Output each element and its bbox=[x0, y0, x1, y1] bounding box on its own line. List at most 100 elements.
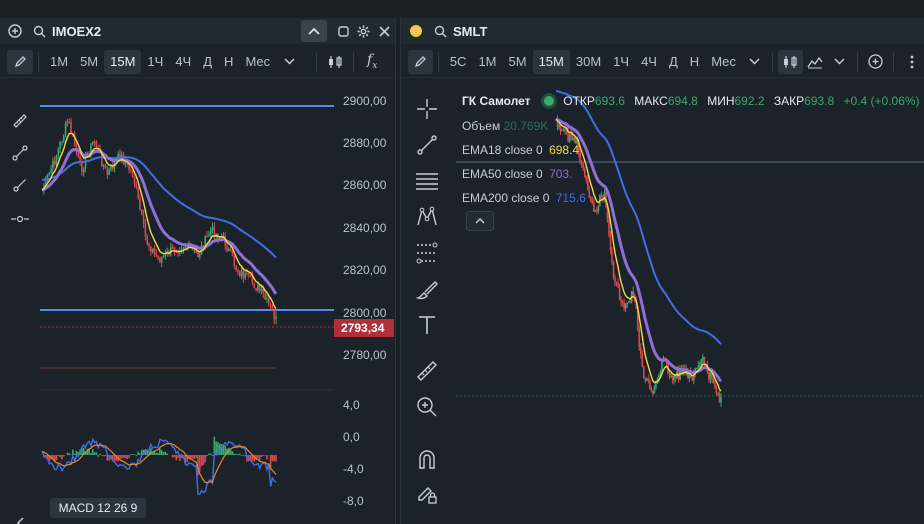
search-icon[interactable] bbox=[431, 25, 449, 38]
macd-histogram-bar bbox=[162, 452, 165, 455]
macd-histogram-bar bbox=[211, 455, 214, 456]
ticker-symbol[interactable]: SMLT bbox=[453, 24, 487, 39]
macd-label[interactable]: MACD 12 26 9 bbox=[50, 498, 146, 518]
trendline-icon[interactable] bbox=[401, 130, 453, 160]
fibonacci-icon[interactable] bbox=[401, 238, 453, 268]
candle-body bbox=[77, 152, 80, 157]
ray-icon[interactable] bbox=[0, 170, 40, 200]
price-tick: 2840,00 bbox=[343, 221, 387, 235]
zoom-in-icon[interactable] bbox=[401, 392, 453, 422]
timeframe-1[interactable]: 1М bbox=[472, 50, 502, 74]
timeframe-7[interactable]: Мес bbox=[239, 50, 276, 74]
candle-body bbox=[611, 250, 613, 262]
left-price-axis[interactable]: 2900,00 2880,00 2860,00 2840,00 2820,00 … bbox=[334, 80, 396, 524]
macd-histogram-bar bbox=[128, 455, 130, 458]
horizontal-line-icon[interactable] bbox=[0, 204, 40, 234]
pencil-icon[interactable] bbox=[7, 49, 33, 74]
macd-histogram-bar bbox=[75, 450, 78, 455]
crosshair-icon[interactable] bbox=[401, 94, 453, 124]
candle-body bbox=[615, 282, 618, 284]
trendline-icon[interactable] bbox=[0, 138, 40, 168]
add-indicator-icon[interactable] bbox=[863, 50, 888, 74]
collapse-chevron-icon[interactable] bbox=[301, 20, 327, 42]
ema200-line bbox=[41, 156, 277, 259]
candle-body bbox=[246, 272, 248, 274]
indicators-fx-icon[interactable]: fx bbox=[359, 50, 385, 74]
timeframe-3[interactable]: 15М bbox=[532, 49, 570, 74]
candle-body bbox=[135, 184, 138, 188]
macd-histogram-bar bbox=[238, 453, 241, 455]
timeframe-6[interactable]: 4Ч bbox=[635, 50, 663, 74]
collapse-left-icon[interactable] bbox=[0, 508, 40, 524]
candle-body bbox=[249, 274, 252, 276]
search-icon[interactable] bbox=[30, 25, 48, 38]
timeframe-9[interactable]: Мес bbox=[705, 50, 742, 74]
maximize-icon[interactable] bbox=[333, 25, 353, 37]
collapse-legend-button[interactable] bbox=[466, 211, 494, 231]
timeframe-0[interactable]: 5С bbox=[444, 50, 473, 74]
timeframe-1[interactable]: 5М bbox=[74, 50, 104, 74]
chevron-down-icon[interactable] bbox=[276, 50, 302, 74]
gear-icon[interactable] bbox=[353, 25, 373, 38]
macd-histogram-bar bbox=[257, 455, 259, 459]
candle-body bbox=[585, 176, 588, 181]
candle-body bbox=[715, 387, 718, 394]
ruler-icon[interactable] bbox=[401, 356, 453, 386]
timeframe-4[interactable]: 30М bbox=[570, 50, 607, 74]
magnet-icon[interactable] bbox=[401, 444, 453, 474]
candle-body bbox=[157, 255, 159, 258]
macd-histogram-bar bbox=[229, 449, 232, 455]
candle-body bbox=[580, 162, 583, 165]
volume-label: Объем bbox=[462, 119, 501, 133]
timeframe-0[interactable]: 1М bbox=[44, 50, 74, 74]
ruler-icon[interactable] bbox=[0, 106, 40, 136]
pencil-icon[interactable] bbox=[408, 49, 433, 74]
macd-histogram-bar bbox=[133, 454, 136, 455]
timeframe-2[interactable]: 15М bbox=[104, 49, 142, 74]
candle-body bbox=[133, 177, 136, 185]
candle-body bbox=[642, 366, 645, 379]
close-icon[interactable] bbox=[373, 25, 395, 37]
timeframe-group: 1М 5М 15М 1Ч 4Ч Д Н Мес bbox=[44, 49, 276, 74]
ticker-symbol[interactable]: IMOEX2 bbox=[52, 24, 101, 39]
timeframe-6[interactable]: Н bbox=[218, 50, 239, 74]
candles-icon[interactable] bbox=[322, 50, 348, 74]
left-price-chart[interactable] bbox=[40, 80, 334, 524]
candles-icon[interactable] bbox=[777, 49, 803, 74]
lock-drawing-icon[interactable] bbox=[401, 478, 453, 508]
macd-histogram-bar bbox=[155, 452, 158, 455]
macd-histogram-bar bbox=[260, 455, 263, 457]
ohlc-legend: ГК Самолет ОТКР693.6 МАКС694.8 МИН692.2 … bbox=[462, 94, 920, 108]
macd-histogram-bar bbox=[237, 454, 239, 455]
timeframe-7[interactable]: Д bbox=[663, 50, 684, 74]
chevron-down-icon[interactable] bbox=[827, 50, 852, 74]
candle-body bbox=[148, 243, 150, 247]
candle-body bbox=[153, 248, 156, 253]
macd-histogram-bar bbox=[91, 449, 94, 455]
candle-body bbox=[594, 210, 597, 212]
macd-histogram-bar bbox=[119, 455, 121, 459]
divider bbox=[857, 51, 859, 72]
more-icon[interactable] bbox=[899, 50, 924, 74]
macd-histogram-bar bbox=[70, 454, 72, 455]
candle-body bbox=[57, 148, 60, 157]
chevron-down-icon[interactable] bbox=[742, 50, 767, 74]
timeframe-5[interactable]: Д bbox=[197, 50, 218, 74]
ema200-legend: EMA200 close 0 715.6 bbox=[462, 191, 586, 205]
add-icon[interactable] bbox=[0, 24, 30, 38]
candle-body bbox=[235, 265, 237, 270]
candle-body bbox=[240, 270, 243, 276]
area-chart-icon[interactable] bbox=[803, 50, 828, 74]
candle-body bbox=[617, 282, 619, 288]
timeframe-8[interactable]: Н bbox=[684, 50, 705, 74]
timeframe-2[interactable]: 5М bbox=[503, 50, 533, 74]
lines-icon[interactable] bbox=[401, 166, 453, 196]
text-icon[interactable] bbox=[401, 310, 453, 340]
timeframe-5[interactable]: 1Ч bbox=[607, 50, 635, 74]
close-value: 693.8 bbox=[804, 94, 835, 108]
brush-icon[interactable] bbox=[401, 274, 453, 304]
pattern-icon[interactable] bbox=[401, 202, 453, 232]
timeframe-3[interactable]: 1Ч bbox=[141, 50, 169, 74]
timeframe-4[interactable]: 4Ч bbox=[169, 50, 197, 74]
link-color-icon[interactable] bbox=[401, 24, 431, 38]
